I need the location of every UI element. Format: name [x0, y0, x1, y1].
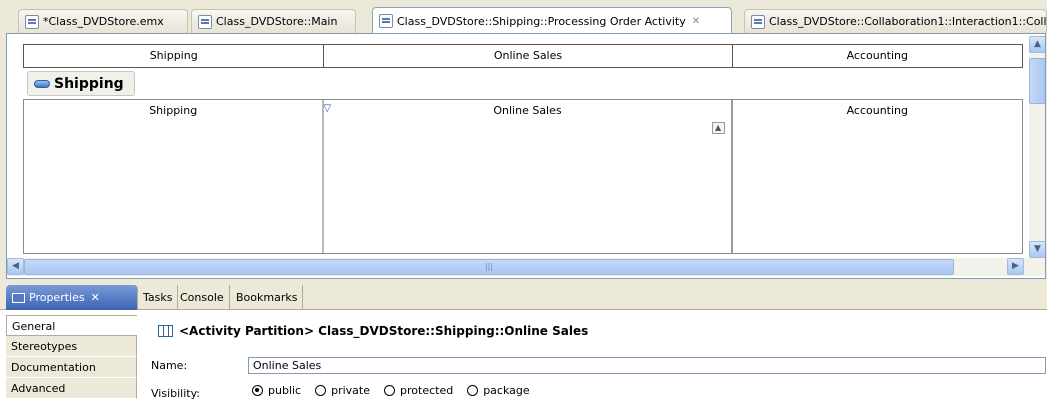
close-icon[interactable]: ✕: [692, 16, 700, 27]
side-tab-stereotypes[interactable]: Stereotypes: [6, 336, 137, 357]
swimlane-label: Shipping: [54, 75, 124, 92]
close-icon[interactable]: ✕: [91, 291, 100, 304]
radio-label: protected: [400, 384, 454, 397]
vertical-scroll-thumb[interactable]: [1029, 58, 1045, 104]
diagram-file-icon: [198, 14, 212, 29]
tab-label: Tasks: [143, 291, 173, 304]
partition-header-online-sales[interactable]: Online Sales: [324, 45, 733, 67]
side-tab-advanced[interactable]: Advanced: [6, 378, 137, 399]
name-label: Name:: [151, 359, 188, 372]
sequence-diagram-icon: [751, 14, 765, 29]
tab-processing-order-activity[interactable]: Class_DVDStore::Shipping::Processing Ord…: [372, 7, 732, 34]
tab-label: Bookmarks: [236, 291, 298, 304]
properties-icon: [12, 292, 25, 303]
diagram-canvas[interactable]: Shipping Online Sales Accounting Shippin…: [6, 33, 1046, 279]
properties-side-tabs: General Stereotypes Documentation Advanc…: [6, 315, 137, 399]
tab-class-dvdstore-emx[interactable]: *Class_DVDStore.emx: [18, 9, 188, 33]
activity-diagram-icon: [379, 14, 393, 28]
visibility-private-radio[interactable]: private: [315, 384, 370, 397]
tab-label: *Class_DVDStore.emx: [43, 15, 164, 28]
scroll-down-icon[interactable]: ▼: [1029, 241, 1045, 258]
properties-title-text: <Activity Partition> Class_DVDStore::Shi…: [179, 324, 589, 338]
partition-lanes[interactable]: Shipping ▽ Online Sales ▲ Accounting: [23, 99, 1023, 254]
tab-console[interactable]: Console: [175, 285, 230, 310]
tab-tasks[interactable]: Tasks: [138, 285, 179, 310]
radio-unselected-icon: [384, 385, 396, 396]
properties-panel: General Stereotypes Documentation Advanc…: [0, 310, 1047, 415]
tab-label: Class_DVDStore::Shipping::Processing Ord…: [397, 14, 686, 28]
visibility-radio-group: public private protected package: [252, 384, 530, 397]
radio-label: package: [483, 384, 530, 397]
tab-label: Class_DVDStore::Collaboration1::Interact…: [769, 15, 1047, 28]
partition-header-row[interactable]: Shipping Online Sales Accounting: [23, 44, 1023, 68]
radio-label: private: [331, 384, 371, 397]
scroll-left-icon[interactable]: ◀: [7, 258, 24, 275]
partition-header-accounting[interactable]: Accounting: [733, 45, 1022, 67]
partition-icon: [34, 79, 50, 88]
horizontal-scroll-thumb[interactable]: |||: [24, 259, 954, 275]
lane-accounting[interactable]: Accounting: [733, 100, 1022, 253]
radio-unselected-icon: [315, 385, 327, 396]
lane-online-sales[interactable]: ▽ Online Sales ▲: [323, 100, 733, 253]
vertical-scrollbar[interactable]: ▲ ▼: [1029, 36, 1045, 258]
partition-header-shipping[interactable]: Shipping: [24, 45, 325, 67]
tab-bookmarks[interactable]: Bookmarks: [231, 285, 304, 310]
visibility-label: Visibility:: [151, 387, 201, 400]
side-tab-general[interactable]: General: [6, 315, 137, 336]
model-file-icon: [25, 14, 39, 29]
radio-unselected-icon: [467, 385, 479, 396]
tab-label: Class_DVDStore::Main: [216, 15, 338, 28]
properties-title: <Activity Partition> Class_DVDStore::Shi…: [158, 324, 588, 338]
scroll-up-icon[interactable]: ▲: [1029, 36, 1045, 53]
visibility-public-radio[interactable]: public: [252, 384, 301, 397]
activity-partition-icon: [158, 325, 173, 337]
lane-shipping[interactable]: Shipping: [24, 100, 325, 253]
visibility-package-radio[interactable]: package: [467, 384, 530, 397]
tab-label: Properties: [29, 291, 85, 304]
radio-selected-icon: [252, 385, 263, 396]
lane-label: Shipping: [149, 104, 198, 117]
visibility-protected-radio[interactable]: protected: [384, 384, 453, 397]
tab-main[interactable]: Class_DVDStore::Main: [191, 9, 356, 33]
name-field[interactable]: [248, 357, 1046, 374]
collapse-icon[interactable]: ▲: [711, 122, 725, 134]
radio-label: public: [268, 384, 302, 397]
swimlane-shipping[interactable]: Shipping: [27, 71, 135, 96]
scroll-right-icon[interactable]: ▶: [1007, 258, 1024, 275]
lane-label: Accounting: [846, 104, 909, 117]
tab-properties[interactable]: Properties ✕: [6, 285, 138, 310]
tab-collaboration-interaction[interactable]: Class_DVDStore::Collaboration1::Interact…: [744, 9, 1047, 33]
properties-tab-bar: Properties ✕ Tasks Console Bookmarks: [0, 285, 1047, 310]
selection-marker-icon: ▽: [323, 103, 332, 114]
side-tab-documentation[interactable]: Documentation: [6, 357, 137, 378]
lane-label: Online Sales: [493, 104, 562, 117]
tab-label: Console: [180, 291, 224, 304]
editor-tab-bar: *Class_DVDStore.emx Class_DVDStore::Main…: [0, 0, 1047, 34]
horizontal-scrollbar[interactable]: ◀ ||| ▶: [7, 258, 1045, 276]
